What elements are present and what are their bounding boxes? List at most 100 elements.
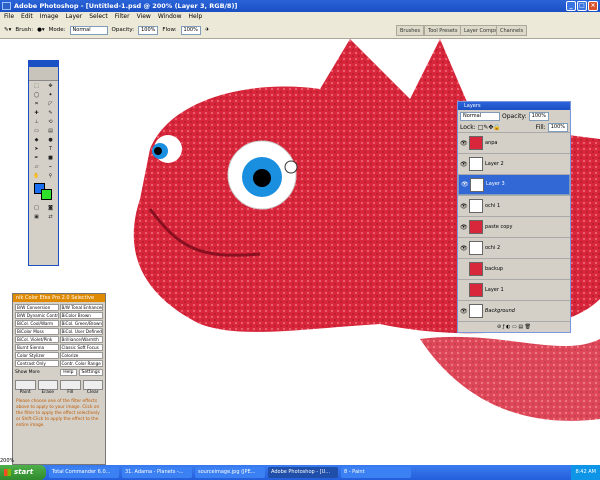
menu-select[interactable]: Select [89, 12, 108, 22]
layer-row[interactable]: 👁 anpa [458, 132, 570, 153]
jump-to-imageready-icon[interactable]: ⇄ [44, 213, 57, 221]
blur-tool-icon[interactable]: ◆ [30, 136, 43, 144]
screen-mode-icon[interactable]: ▣ [30, 213, 43, 221]
filter-item[interactable]: Classic Soft Focus [59, 344, 103, 351]
show-more-link[interactable]: Show More [15, 370, 40, 375]
palette-tab-tool-presets[interactable]: Tool Presets [424, 25, 462, 36]
filter-item[interactable]: B/W Tonal Enhancer [59, 304, 103, 311]
palette-tab-layer-comps[interactable]: Layer Comps [460, 25, 501, 36]
fill-button[interactable]: Fill [60, 380, 81, 395]
help-button[interactable]: Help [60, 369, 77, 376]
menu-file[interactable]: File [4, 12, 14, 22]
eye-icon[interactable]: 👁 [460, 245, 468, 252]
shape-tool-icon[interactable]: ■ [44, 154, 57, 162]
filter-item[interactable]: Contrast Only [15, 360, 59, 367]
eye-icon[interactable]: 👁 [460, 224, 468, 231]
fill-input[interactable]: 100% [547, 122, 568, 132]
filter-item[interactable]: Contr. Color Range [59, 360, 103, 367]
filter-item[interactable]: Colorize [59, 352, 103, 359]
eye-icon[interactable]: 👁 [460, 140, 468, 147]
paint-button[interactable]: Paint [15, 380, 36, 395]
brush-tool-icon[interactable]: ✎▾ [4, 26, 11, 35]
hand-tool-icon[interactable]: ✋ [30, 172, 43, 180]
brush-size-picker[interactable]: ●▾ [37, 26, 45, 35]
menu-view[interactable]: View [137, 12, 151, 22]
filter-item[interactable]: Color Stylizer [15, 352, 59, 359]
filter-item[interactable]: B/W Conversion [15, 304, 59, 311]
filter-item[interactable]: B/W Dynamic Contrast [15, 312, 59, 319]
eye-icon[interactable]: 👁 [460, 161, 468, 168]
quick-mask-icon[interactable]: ◙ [44, 204, 57, 212]
taskbar-item[interactable]: 31. Adama - Planets -... [122, 467, 192, 478]
airbrush-icon[interactable]: ✈ [205, 26, 210, 35]
crop-tool-icon[interactable]: ⌗ [30, 100, 43, 108]
gradient-tool-icon[interactable]: ▤ [44, 127, 57, 135]
layer-row[interactable]: 👁 paste copy [458, 216, 570, 237]
color-swatches[interactable] [29, 181, 58, 203]
layer-row[interactable]: 👁 ochi 2 [458, 237, 570, 258]
dodge-tool-icon[interactable]: ● [44, 136, 57, 144]
erase-button[interactable]: Erase [37, 380, 58, 395]
eyedropper-icon[interactable]: ⌁ [44, 163, 57, 171]
standard-mode-icon[interactable]: □ [30, 204, 43, 212]
notes-tool-icon[interactable]: ▱ [30, 163, 43, 171]
filter-item[interactable]: Burnt Sienna [15, 344, 59, 351]
marquee-tool-icon[interactable]: ⬚ [30, 82, 43, 90]
layer-row[interactable]: 👁 Layer 2 [458, 153, 570, 174]
layers-tab[interactable]: Layers [458, 102, 570, 110]
filter-item[interactable]: BiCol. Green/Brown [59, 320, 103, 327]
eye-icon[interactable]: 👁 [460, 308, 468, 315]
lock-icons[interactable]: □✎✥🔒 [478, 124, 501, 131]
flow-input[interactable]: 100% [180, 25, 201, 35]
maximize-button[interactable]: □ [577, 1, 587, 11]
menu-edit[interactable]: Edit [21, 12, 33, 22]
layer-row[interactable]: 👁 ochi 1 [458, 195, 570, 216]
filter-item[interactable]: BiCol. Violet/Pink [15, 336, 59, 343]
taskbar-item[interactable]: Adobe Photoshop - [U... [268, 467, 338, 478]
palette-tab-channels[interactable]: Channels [496, 25, 528, 36]
taskbar-item[interactable]: sourceimage.jpg (JPE... [195, 467, 265, 478]
opacity-input[interactable]: 100% [138, 25, 159, 35]
menu-window[interactable]: Window [158, 12, 182, 22]
filter-item[interactable]: Brilliance/Warmth [59, 336, 103, 343]
adobe-logo-icon[interactable] [29, 67, 58, 81]
blend-mode-select[interactable]: Normal [460, 111, 500, 121]
menu-layer[interactable]: Layer [65, 12, 82, 22]
filter-item[interactable]: BiColor Moss [15, 328, 59, 335]
filter-item[interactable]: BiCol. Cool/Warm [15, 320, 59, 327]
layers-footer-icons[interactable]: ⊘ ƒ ◐ ▭ ▤ 🗑 [458, 321, 570, 331]
zoom-tool-icon[interactable]: ⚲ [44, 172, 57, 180]
filter-item[interactable]: BiColor Brown [59, 312, 103, 319]
start-button[interactable]: start [0, 465, 46, 480]
close-button[interactable]: × [588, 1, 598, 11]
settings-button[interactable]: Settings [78, 369, 103, 376]
filter-item[interactable]: BiCol. User Defined [59, 328, 103, 335]
menu-image[interactable]: Image [40, 12, 59, 22]
layer-row[interactable]: 👁 Background [458, 300, 570, 321]
history-brush-icon[interactable]: ⟲ [44, 118, 57, 126]
eye-icon[interactable]: 👁 [460, 203, 468, 210]
magic-wand-tool-icon[interactable]: ✦ [44, 91, 57, 99]
eraser-tool-icon[interactable]: ▭ [30, 127, 43, 135]
healing-tool-icon[interactable]: ✚ [30, 109, 43, 117]
path-select-icon[interactable]: ➤ [30, 145, 43, 153]
layer-row[interactable]: backup [458, 258, 570, 279]
menu-filter[interactable]: Filter [115, 12, 130, 22]
taskbar-item[interactable]: 8 - Paint [341, 467, 411, 478]
background-color[interactable] [41, 189, 52, 200]
pen-tool-icon[interactable]: ✒ [30, 154, 43, 162]
slice-tool-icon[interactable]: ◸ [44, 100, 57, 108]
layer-row[interactable]: Layer 1 [458, 279, 570, 300]
stamp-tool-icon[interactable]: ⊥ [30, 118, 43, 126]
taskbar-item[interactable]: Total Commander 6.0... [49, 467, 119, 478]
minimize-button[interactable]: _ [566, 1, 576, 11]
brush-tool-icon[interactable]: ✎ [44, 109, 57, 117]
menu-help[interactable]: Help [189, 12, 203, 22]
eye-icon[interactable]: 👁 [461, 181, 469, 188]
clear-button[interactable]: Clear [82, 380, 103, 395]
palette-tab-brushes[interactable]: Brushes [396, 25, 425, 36]
lasso-tool-icon[interactable]: ◯ [30, 91, 43, 99]
type-tool-icon[interactable]: T [44, 145, 57, 153]
mode-select[interactable]: Normal [69, 25, 108, 35]
zoom-status[interactable]: 200% [0, 458, 14, 464]
